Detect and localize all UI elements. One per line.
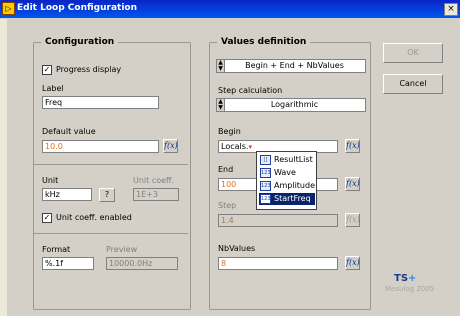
step-fx-button: f(x)	[345, 213, 360, 227]
plus-icon: +	[408, 273, 417, 284]
dialog-window: ▷ Edit Loop Configuration × Configuratio…	[0, 0, 460, 316]
step-calculation-caption: Step calculation	[218, 86, 283, 95]
unit-coeff-enabled-label: Unit coeff. enabled	[56, 213, 132, 222]
begin-value: Locals.	[221, 142, 249, 151]
text-cursor-icon: ▾	[248, 143, 252, 151]
step-calculation-spin-icon[interactable]: ▲ ▼	[217, 99, 225, 111]
begin-fx-button[interactable]: f(x)	[345, 139, 360, 153]
array-icon: []	[260, 154, 271, 165]
step-calculation-value: Logarithmic	[270, 100, 319, 109]
popup-item-startfreq[interactable]: 123 StartFreq	[259, 193, 315, 205]
format-input[interactable]: %.1f	[42, 257, 94, 270]
nbvalues-caption: NbValues	[218, 244, 256, 253]
window-title: Edit Loop Configuration	[17, 3, 137, 13]
unit-coeff-enabled-checkbox[interactable]: ✓	[42, 213, 52, 223]
popup-item-label: Amplitude	[274, 181, 315, 190]
end-fx-button[interactable]: f(x)	[345, 177, 360, 191]
unit-coeff-input: 1E+3	[133, 188, 179, 201]
configuration-group: Configuration ✓ Progress display Label F…	[33, 37, 191, 310]
preview-display: 10000.0Hz	[106, 257, 178, 270]
close-button[interactable]: ×	[444, 3, 458, 16]
nbvalues-fx-button[interactable]: f(x)	[345, 256, 360, 270]
preview-caption: Preview	[106, 245, 138, 254]
popup-item-wave[interactable]: 123 Wave	[259, 167, 315, 179]
label-input[interactable]: Freq	[42, 96, 159, 109]
numeric-icon: 123	[260, 167, 271, 178]
ok-button[interactable]: OK	[383, 43, 443, 63]
default-value-fx-button[interactable]: f(x)	[163, 139, 178, 153]
config-separator-2	[34, 233, 188, 234]
step-calculation-selector[interactable]: ▲ ▼ Logarithmic	[216, 98, 366, 112]
dialog-client: Configuration ✓ Progress display Label F…	[7, 18, 460, 316]
unit-help-button[interactable]: ?	[99, 188, 115, 202]
mode-selector[interactable]: ▲ ▼ Begin + End + NbValues	[216, 59, 366, 73]
unit-caption: Unit	[42, 176, 59, 185]
config-separator-1	[34, 164, 188, 165]
begin-caption: Begin	[218, 127, 241, 136]
popup-item-amplitude[interactable]: 123 Amplitude	[259, 180, 315, 192]
default-value-input[interactable]: 10.0	[42, 140, 159, 153]
step-caption: Step	[218, 201, 237, 210]
autocomplete-popup[interactable]: [] ResultList 123 Wave 123 Amplitude 123 Sta…	[256, 151, 317, 210]
mode-spin-icon[interactable]: ▲ ▼	[217, 60, 225, 72]
values-definition-title: Values definition	[217, 37, 311, 47]
numeric-icon: 123	[260, 193, 271, 204]
popup-item-label: StartFreq	[274, 194, 311, 203]
configuration-title: Configuration	[41, 37, 119, 47]
format-caption: Format	[42, 245, 71, 254]
ts-logo: TS+	[394, 273, 416, 284]
footer-text: Mesulog 2005	[385, 285, 435, 293]
popup-item-resultlist[interactable]: [] ResultList	[259, 154, 315, 166]
nbvalues-input[interactable]: 8	[218, 257, 338, 270]
app-icon: ▷	[2, 2, 15, 15]
progress-display-label: Progress display	[56, 65, 122, 74]
default-value-caption: Default value	[42, 127, 96, 136]
mode-value: Begin + End + NbValues	[245, 61, 344, 70]
unit-input[interactable]: kHz	[42, 188, 92, 201]
cancel-button[interactable]: Cancel	[383, 74, 443, 94]
progress-display-checkbox[interactable]: ✓	[42, 65, 52, 75]
popup-item-label: Wave	[274, 168, 296, 177]
logo-text: TS	[394, 273, 409, 284]
numeric-icon: 123	[260, 180, 271, 191]
end-caption: End	[218, 165, 234, 174]
popup-item-label: ResultList	[274, 155, 313, 164]
title-bar[interactable]: ▷ Edit Loop Configuration ×	[0, 0, 460, 18]
unit-coeff-caption: Unit coeff.	[133, 176, 175, 185]
label-caption: Label	[42, 84, 64, 93]
step-input: 1.4	[218, 214, 338, 227]
